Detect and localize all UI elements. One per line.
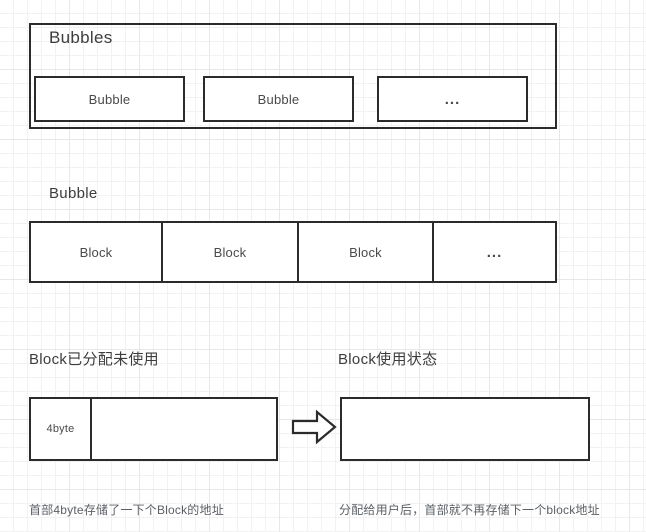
block-cell-3-label: Block (349, 244, 382, 260)
bubble-cell-3-label: ... (444, 90, 461, 108)
block-cell-2[interactable]: Block (161, 221, 299, 283)
bubble-cell-3[interactable]: ... (377, 76, 528, 122)
block-cell-4[interactable]: ... (432, 221, 557, 283)
right-block-arrow-icon (291, 409, 337, 445)
block-unused-header-cell[interactable]: 4byte (29, 397, 92, 461)
bubble-cell-1[interactable]: Bubble (34, 76, 185, 122)
block-cell-3[interactable]: Block (297, 221, 434, 283)
bubble-section-title: Bubble (49, 185, 98, 202)
block-unused-body-cell[interactable] (90, 397, 278, 461)
block-cell-2-label: Block (213, 244, 247, 260)
bubble-cell-2-label: Bubble (257, 91, 300, 107)
block-inuse-title: Block使用状态 (338, 351, 438, 368)
block-cell-1[interactable]: Block (29, 221, 163, 283)
block-inuse-caption: 分配给用户后，首部就不再存储下一个block地址 (339, 503, 600, 517)
block-inuse-body-cell[interactable] (340, 397, 590, 461)
block-unused-title: Block已分配未使用 (29, 351, 159, 368)
bubble-cell-1-label: Bubble (88, 91, 131, 107)
diagram-canvas: Bubbles Bubble Bubble ... Bubble Block B… (0, 0, 646, 532)
block-cell-1-label: Block (79, 244, 113, 260)
block-cell-4-label: ... (486, 243, 503, 261)
block-unused-caption: 首部4byte存储了一下个Block的地址 (29, 503, 224, 517)
bubbles-group-title: Bubbles (49, 28, 113, 47)
transition-arrow (291, 409, 337, 445)
block-unused-header-label: 4byte (46, 423, 75, 435)
bubble-cell-2[interactable]: Bubble (203, 76, 354, 122)
